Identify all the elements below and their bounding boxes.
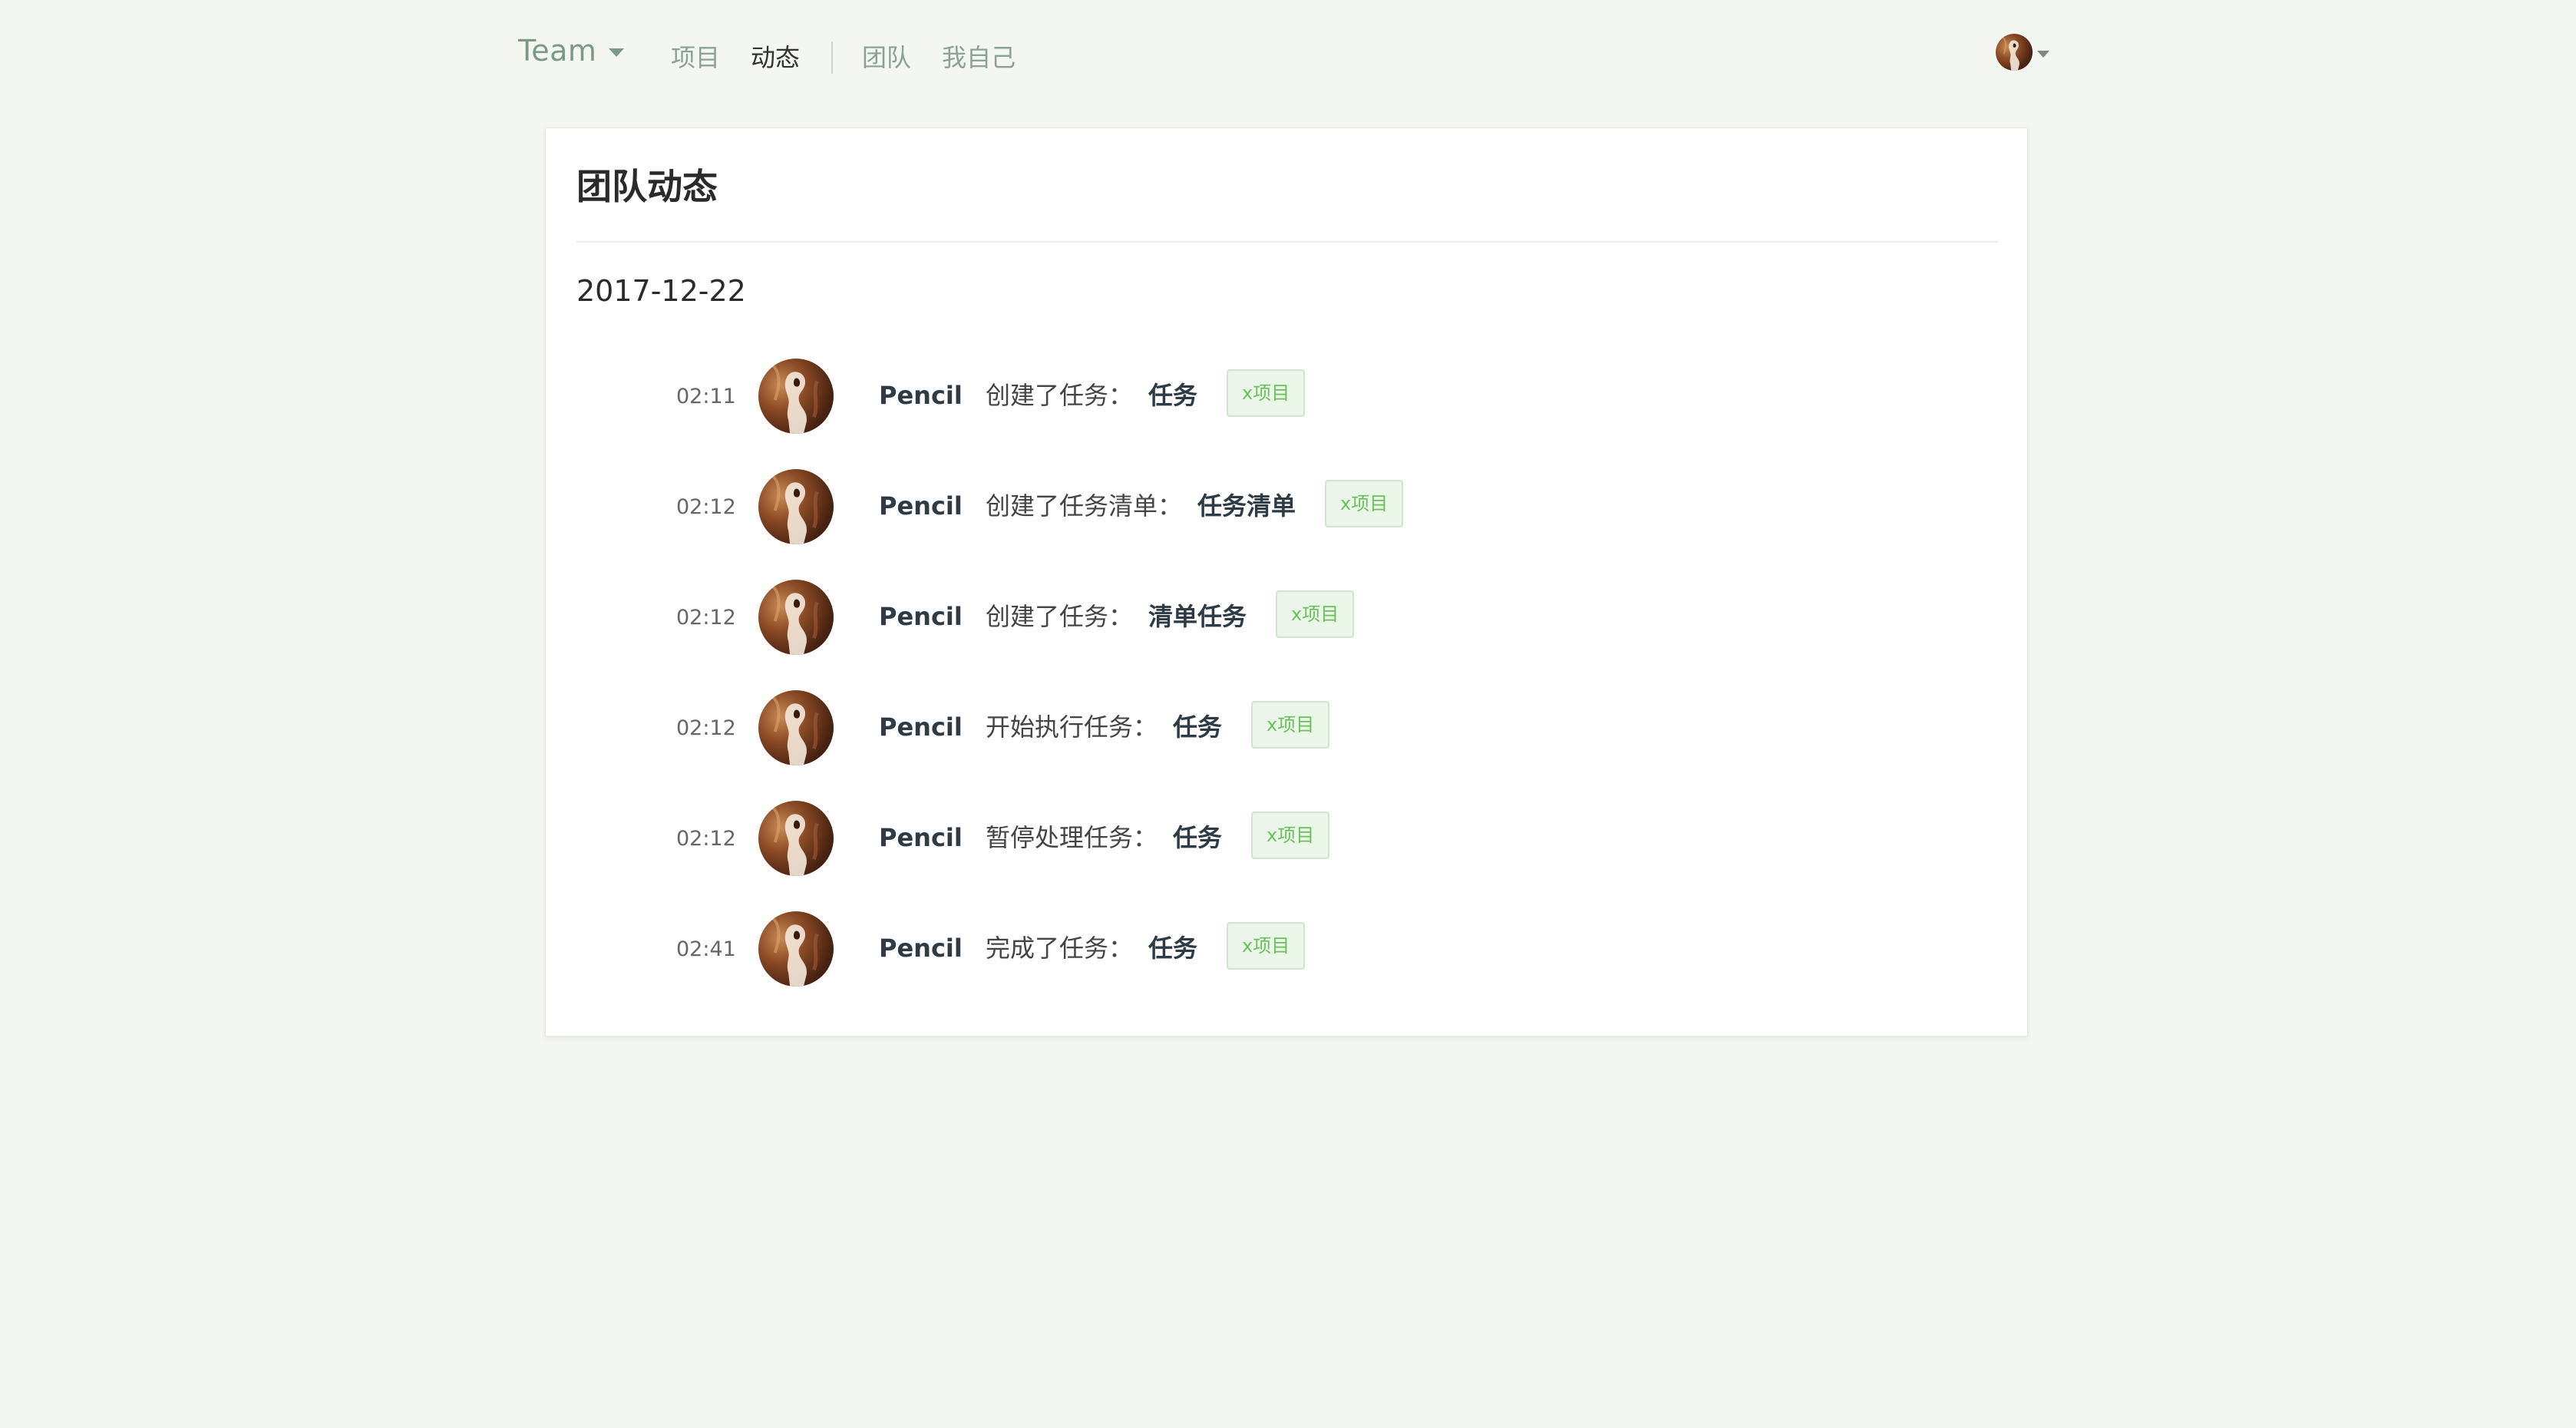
- activity-action: 创建了任务：: [986, 381, 1134, 410]
- activity-target[interactable]: 任务: [1173, 821, 1222, 854]
- activity-target[interactable]: 任务: [1148, 378, 1197, 412]
- activity-action: 暂停处理任务：: [986, 823, 1158, 852]
- avatar-image: [772, 586, 819, 655]
- avatar[interactable]: [758, 469, 834, 544]
- top-navigation: Team 项目 动态 团队 我自己: [0, 0, 2576, 115]
- activity-time: 02:12: [676, 606, 736, 630]
- activity-target[interactable]: 清单任务: [1148, 600, 1247, 633]
- page-title: 团队动态: [576, 166, 718, 207]
- activity-action: 完成了任务：: [986, 934, 1134, 963]
- activity-user[interactable]: Pencil: [879, 378, 963, 412]
- avatar[interactable]: [758, 911, 834, 987]
- activity-action: 创建了任务：: [986, 602, 1134, 631]
- user-menu[interactable]: [1996, 34, 2049, 71]
- activity-user[interactable]: Pencil: [879, 600, 963, 633]
- team-switcher[interactable]: Team: [518, 34, 625, 68]
- activity-time: 02:12: [676, 716, 736, 740]
- nav-divider: [831, 41, 834, 74]
- activity-user[interactable]: Pencil: [879, 489, 963, 523]
- project-tag[interactable]: x项目: [1227, 369, 1306, 417]
- avatar-image: [2002, 37, 2020, 71]
- nav-link-team[interactable]: 团队: [862, 38, 911, 77]
- activity-time: 02:12: [676, 827, 736, 851]
- activity-list: 02:11 Pencil 创建了任务： 任务 x项目 02:12 Pencil …: [546, 359, 2029, 1022]
- caret-down-icon: [609, 48, 625, 57]
- activity-item-5: 02:41 Pencil 完成了任务： 任务 x项目: [546, 911, 2029, 1022]
- activity-time: 02:41: [676, 937, 736, 961]
- avatar[interactable]: [758, 359, 834, 434]
- caret-down-icon: [2037, 50, 2049, 58]
- activity-time: 02:11: [676, 385, 736, 408]
- activity-user[interactable]: Pencil: [879, 821, 963, 854]
- activity-item-1: 02:12 Pencil 创建了任务清单： 任务清单 x项目: [546, 469, 2029, 580]
- nav-link-me[interactable]: 我自己: [942, 38, 1016, 77]
- avatar: [1996, 34, 2033, 71]
- project-tag[interactable]: x项目: [1227, 922, 1306, 970]
- activity-target[interactable]: 任务: [1173, 710, 1222, 744]
- activity-action: 创建了任务清单：: [986, 491, 1183, 521]
- project-tag[interactable]: x项目: [1251, 701, 1330, 749]
- activity-user[interactable]: Pencil: [879, 710, 963, 744]
- project-tag[interactable]: x项目: [1251, 812, 1330, 859]
- avatar[interactable]: [758, 580, 834, 655]
- avatar[interactable]: [758, 690, 834, 765]
- activity-item-0: 02:11 Pencil 创建了任务： 任务 x项目: [546, 359, 2029, 469]
- activity-action: 开始执行任务：: [986, 712, 1158, 742]
- nav-link-projects[interactable]: 项目: [671, 38, 720, 77]
- avatar-image: [772, 475, 819, 544]
- avatar-image: [772, 807, 819, 876]
- avatar[interactable]: [758, 801, 834, 876]
- activity-card: 团队动态 2017-12-22 02:11 Pencil 创建了任务： 任务 x…: [545, 127, 2028, 1036]
- project-tag[interactable]: x项目: [1276, 590, 1355, 638]
- divider: [576, 241, 1998, 243]
- activity-item-4: 02:12 Pencil 暂停处理任务： 任务 x项目: [546, 801, 2029, 911]
- activity-time: 02:12: [676, 495, 736, 519]
- activity-item-3: 02:12 Pencil 开始执行任务： 任务 x项目: [546, 690, 2029, 801]
- project-tag[interactable]: x项目: [1325, 480, 1404, 527]
- nav-link-activity[interactable]: 动态: [751, 38, 800, 77]
- team-name: Team: [518, 34, 597, 68]
- activity-item-2: 02:12 Pencil 创建了任务： 清单任务 x项目: [546, 580, 2029, 690]
- activity-target[interactable]: 任务: [1148, 931, 1197, 965]
- date-heading: 2017-12-22: [576, 274, 746, 308]
- activity-target[interactable]: 任务清单: [1197, 489, 1296, 523]
- avatar-image: [772, 696, 819, 765]
- avatar-image: [772, 365, 819, 434]
- activity-user[interactable]: Pencil: [879, 931, 963, 965]
- main-nav: 项目 动态 团队 我自己: [671, 38, 1046, 77]
- avatar-image: [772, 917, 819, 987]
